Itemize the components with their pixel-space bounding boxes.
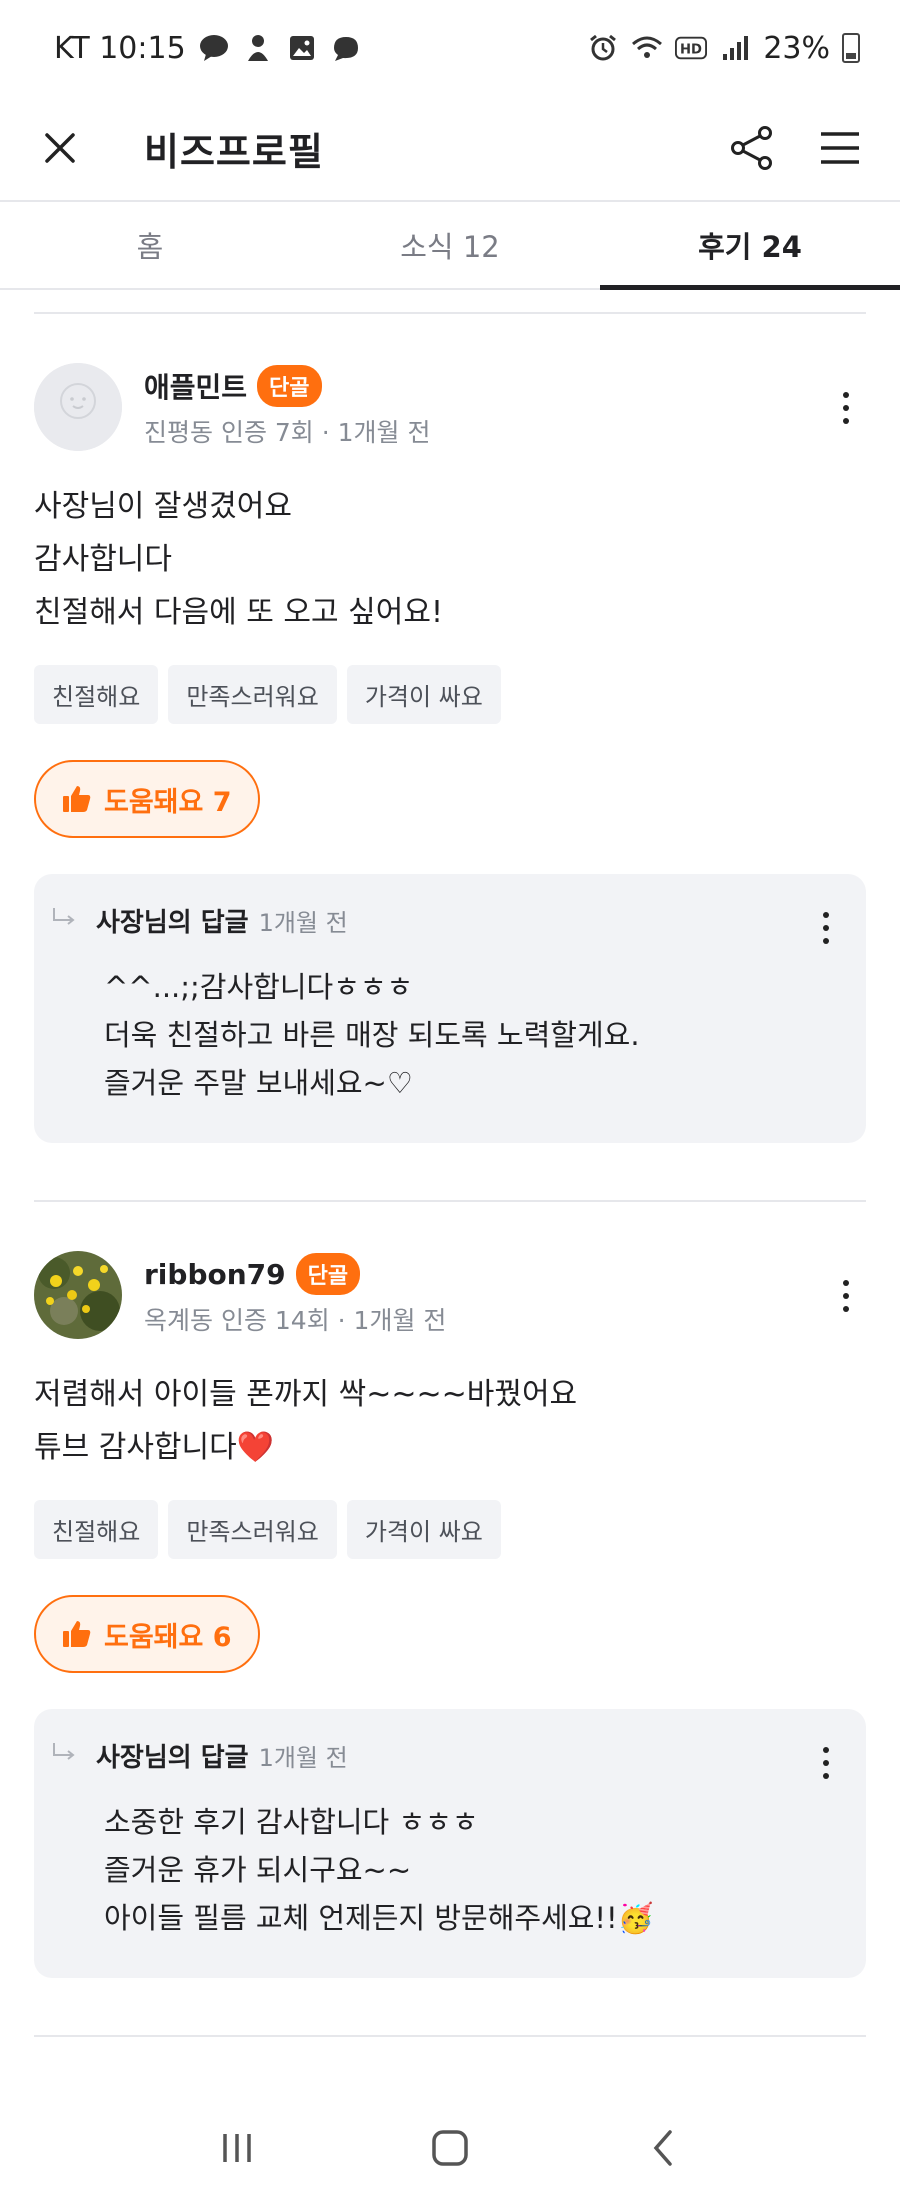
back-button[interactable] bbox=[633, 2118, 693, 2178]
back-icon bbox=[653, 2130, 673, 2166]
review-tags: 친절해요 만족스러워요 가격이 싸요 bbox=[34, 665, 866, 724]
review-line: 사장님이 잘생겼어요 bbox=[34, 489, 292, 524]
talk-notification-icon bbox=[198, 32, 230, 64]
reply-title: 사장님의 답글 bbox=[96, 908, 249, 938]
share-button[interactable] bbox=[722, 118, 782, 178]
app-notification-icon bbox=[242, 32, 274, 64]
review-line: 감사합니다 bbox=[34, 542, 172, 577]
helpful-button[interactable]: 도움돼요 6 bbox=[34, 1595, 260, 1673]
default-avatar-icon bbox=[34, 363, 122, 451]
review-more-button[interactable] bbox=[826, 1266, 866, 1326]
owner-reply: 사장님의 답글 1개월 전 소중한 후기 감사합니다 ㅎㅎㅎ 즐거운 휴가 되시… bbox=[34, 1709, 866, 1978]
review-tag: 만족스러워요 bbox=[168, 665, 337, 724]
wifi-icon bbox=[631, 32, 663, 64]
review-tag: 친절해요 bbox=[34, 1500, 159, 1559]
review-line: 친절해서 다음에 또 오고 싶어요! bbox=[34, 595, 443, 630]
app-bar: 비즈프로필 bbox=[0, 96, 900, 200]
review-header: ribbon79 단골 옥계동 인증 14회 · 1개월 전 bbox=[34, 1250, 866, 1340]
reviewer-name[interactable]: ribbon79 bbox=[144, 1258, 286, 1291]
reply-line: 더욱 친절하고 바른 매장 되도록 노력할게요. bbox=[104, 1018, 640, 1052]
alarm-icon bbox=[587, 32, 619, 64]
reply-line: 즐거운 휴가 되시구요~~ bbox=[104, 1853, 412, 1887]
menu-button[interactable] bbox=[810, 118, 870, 178]
reviewer-info: 진평동 인증 7회 · 1개월 전 bbox=[144, 418, 431, 447]
avatar[interactable] bbox=[34, 1251, 122, 1339]
review-header: 애플민트 단골 진평동 인증 7회 · 1개월 전 bbox=[34, 362, 866, 452]
chat-notification-icon bbox=[330, 32, 362, 64]
gallery-notification-icon bbox=[286, 32, 318, 64]
recent-apps-button[interactable] bbox=[207, 2118, 267, 2178]
review-tag: 가격이 싸요 bbox=[346, 665, 501, 724]
reply-time: 1개월 전 bbox=[258, 909, 348, 937]
thumbs-up-icon bbox=[63, 1621, 91, 1647]
review-line: 튜브 감사합니다❤️ bbox=[34, 1430, 275, 1465]
signal-icon bbox=[719, 32, 751, 64]
owner-reply: 사장님의 답글 1개월 전 ^^...;;감사합니다ㅎㅎㅎ 더욱 친절하고 바른… bbox=[34, 874, 866, 1143]
divider bbox=[34, 312, 866, 314]
review-tag: 친절해요 bbox=[34, 665, 159, 724]
battery-percent: 23% bbox=[763, 30, 830, 66]
reply-line: 아이들 필름 교체 언제든지 방문해주세요!!🥳 bbox=[104, 1901, 654, 1935]
tab-home[interactable]: 홈 bbox=[0, 202, 300, 288]
tab-bar: 홈 소식 12 후기 24 bbox=[0, 200, 900, 290]
avatar[interactable] bbox=[34, 363, 122, 451]
review-text: 저렴해서 아이들 폰까지 싹~~~~바꿨어요 튜브 감사합니다❤️ bbox=[34, 1368, 866, 1474]
reply-more-button[interactable] bbox=[806, 1733, 846, 1793]
thumbs-up-icon bbox=[63, 786, 91, 812]
carrier-time: KT 10:15 bbox=[54, 30, 186, 66]
helpful-button[interactable]: 도움돼요 7 bbox=[34, 760, 260, 838]
review-tags: 친절해요 만족스러워요 가격이 싸요 bbox=[34, 1500, 866, 1559]
review-item: ribbon79 단골 옥계동 인증 14회 · 1개월 전 저렴해서 아이들 … bbox=[0, 1250, 900, 1978]
tab-reviews[interactable]: 후기 24 bbox=[600, 202, 900, 290]
reply-text: 소중한 후기 감사합니다 ㅎㅎㅎ 즐거운 휴가 되시구요~~ 아이들 필름 교체… bbox=[104, 1798, 816, 1942]
review-more-button[interactable] bbox=[826, 378, 866, 438]
divider bbox=[34, 1200, 866, 1202]
helpful-label: 도움돼요 7 bbox=[104, 786, 232, 818]
reply-arrow-icon bbox=[50, 906, 80, 936]
reviewer-name[interactable]: 애플민트 bbox=[144, 366, 247, 406]
tab-news[interactable]: 소식 12 bbox=[300, 202, 600, 288]
regular-badge: 단골 bbox=[295, 1253, 361, 1295]
reply-title: 사장님의 답글 bbox=[96, 1743, 249, 1773]
reply-line: ^^...;;감사합니다ㅎㅎㅎ bbox=[104, 970, 414, 1004]
divider bbox=[34, 2035, 866, 2037]
status-bar: KT 10:15 HD 23% bbox=[0, 0, 900, 96]
review-item: 애플민트 단골 진평동 인증 7회 · 1개월 전 사장님이 잘생겼어요 감사합… bbox=[0, 362, 900, 1143]
reply-more-button[interactable] bbox=[806, 898, 846, 958]
close-icon bbox=[45, 133, 75, 163]
close-button[interactable] bbox=[30, 118, 90, 178]
review-tag: 만족스러워요 bbox=[168, 1500, 337, 1559]
reply-line: 즐거운 주말 보내세요~♡ bbox=[104, 1066, 413, 1100]
home-icon bbox=[432, 2130, 468, 2166]
review-line: 저렴해서 아이들 폰까지 싹~~~~바꿨어요 bbox=[34, 1377, 578, 1412]
regular-badge: 단골 bbox=[257, 365, 322, 407]
battery-icon bbox=[842, 33, 860, 63]
share-icon bbox=[731, 126, 772, 170]
hd-icon: HD bbox=[675, 32, 708, 64]
page-title: 비즈프로필 bbox=[144, 129, 324, 174]
review-text: 사장님이 잘생겼어요 감사합니다 친절해서 다음에 또 오고 싶어요! bbox=[34, 480, 866, 639]
svg-text:HD: HD bbox=[680, 43, 702, 58]
flower-photo-avatar-icon bbox=[34, 1251, 122, 1339]
home-button[interactable] bbox=[420, 2118, 480, 2178]
helpful-label: 도움돼요 6 bbox=[104, 1621, 232, 1653]
review-tag: 가격이 싸요 bbox=[346, 1500, 501, 1559]
reply-arrow-icon bbox=[50, 1741, 80, 1771]
reviewer-info: 옥계동 인증 14회 · 1개월 전 bbox=[144, 1306, 447, 1335]
reply-text: ^^...;;감사합니다ㅎㅎㅎ 더욱 친절하고 바른 매장 되도록 노력할게요.… bbox=[104, 963, 816, 1107]
hamburger-menu-icon bbox=[821, 132, 859, 164]
system-nav-bar bbox=[0, 2096, 900, 2200]
reply-line: 소중한 후기 감사합니다 ㅎㅎㅎ bbox=[104, 1805, 479, 1839]
reply-time: 1개월 전 bbox=[258, 1744, 348, 1772]
recent-apps-icon bbox=[222, 2134, 251, 2162]
